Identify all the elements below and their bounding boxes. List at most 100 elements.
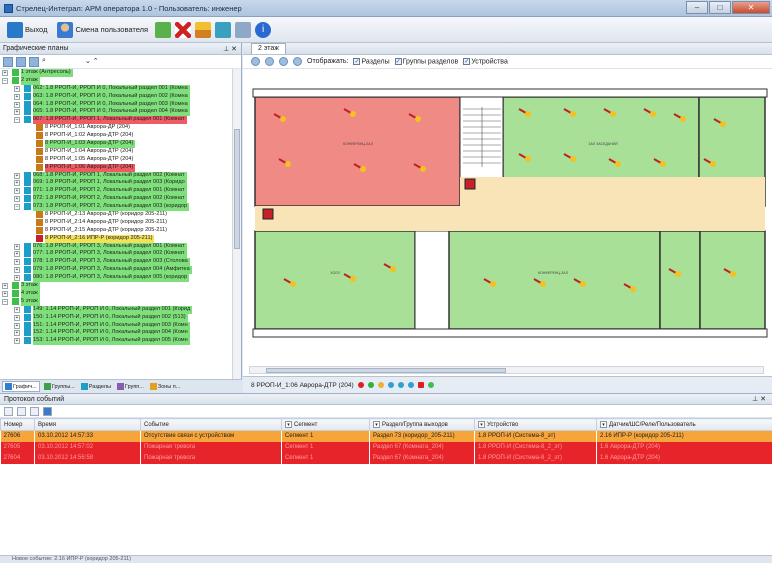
tree-item[interactable]: +3 этаж xyxy=(0,282,232,290)
close-button[interactable]: ✕ xyxy=(732,1,770,14)
tree-item[interactable]: +4 этаж xyxy=(0,289,232,298)
column-header[interactable]: Время xyxy=(34,418,141,431)
tree-item[interactable]: +077: 1.8 РРОП-И, РРОП 3, Локальный разд… xyxy=(0,250,232,259)
expand-icon[interactable] xyxy=(3,56,13,67)
expand-toggle-icon[interactable]: + xyxy=(14,85,20,92)
expand-toggle-icon[interactable]: + xyxy=(14,188,20,195)
tree-item[interactable]: +068: 1.8 РРОП-И, РРОП 1, Локальный разд… xyxy=(0,171,232,180)
tree-item[interactable]: 8 РРОП-И_1:04 Аврора-ДТР (204) xyxy=(0,147,232,156)
expand-toggle-icon[interactable]: – xyxy=(2,77,8,84)
expand-toggle-icon[interactable]: + xyxy=(2,290,8,297)
tree-item[interactable]: +063: 1.8 РРОП-И, РРОП И 0, Локальный ра… xyxy=(0,92,232,101)
expand-toggle-icon[interactable]: + xyxy=(14,338,20,345)
column-header[interactable]: Номер xyxy=(0,418,35,431)
search-icon[interactable]: ⌕ xyxy=(42,57,82,67)
expand-toggle-icon[interactable]: + xyxy=(14,330,20,337)
tree-item[interactable]: +149: 1.14 РРОП-И, РРОП И 0, Локальный р… xyxy=(0,305,232,314)
tree-item[interactable]: 8 РРОП-И_2:15 Аврора-ДТР (коридор 205-21… xyxy=(0,226,232,235)
refresh-icon[interactable] xyxy=(427,382,434,388)
expand-toggle-icon[interactable]: + xyxy=(14,243,20,250)
scroll-down-icon[interactable] xyxy=(43,406,52,416)
info-icon[interactable]: i xyxy=(255,21,272,38)
expand-toggle-icon[interactable]: + xyxy=(14,93,20,100)
tab-floor-2[interactable]: 2 этаж xyxy=(251,43,286,54)
filter-dropdown-icon[interactable]: ▾ xyxy=(373,421,380,428)
expand-toggle-icon[interactable]: – xyxy=(14,117,20,124)
tree-item[interactable]: – 2 этаж xyxy=(0,76,232,85)
floor-plan-canvas[interactable]: КОНФЕРЕНЦ-ЗАЛ ЗАЛ ЗАСЕДАНИЙ ХОЛЛ КОНФЕРЕ… xyxy=(243,69,772,366)
collapse-icon[interactable] xyxy=(16,56,26,67)
tree-item[interactable]: +1 этаж (Антресоль) xyxy=(0,69,232,77)
ok-dot-icon[interactable] xyxy=(367,382,374,388)
exit-button[interactable]: Выход xyxy=(4,20,50,40)
tree-item[interactable]: +069: 1.8 РРОП-И, РРОП 1, Локальный разд… xyxy=(0,179,232,188)
clear-icon[interactable] xyxy=(17,406,26,416)
filter-sections[interactable]: ✓ Разделы xyxy=(353,57,390,65)
disarm-icon[interactable] xyxy=(397,382,404,388)
left-tab-4[interactable]: Зоны п... xyxy=(148,382,182,391)
expand-toggle-icon[interactable]: – xyxy=(2,298,8,305)
scroll-thumb[interactable] xyxy=(266,368,506,373)
event-row[interactable]: 27605 03.10.2012 14:57:02 Пожарная тревога… xyxy=(0,441,772,453)
tree-item[interactable]: 8 РРОП-И_1:03 Аврора-ДТР (204) xyxy=(0,140,232,148)
tree-item[interactable]: +072: 1.8 РРОП-И, РРОП 2, Локальный разд… xyxy=(0,195,232,204)
zoom-out-icon[interactable] xyxy=(265,57,274,66)
expand-toggle-icon[interactable]: + xyxy=(14,109,20,116)
alarm-dot-icon[interactable] xyxy=(357,382,364,388)
column-header[interactable]: ▾ Устройство xyxy=(474,418,597,431)
expand-toggle-icon[interactable]: + xyxy=(14,314,20,321)
tree-item[interactable]: – 073: 1.8 РРОП-И, РРОП 2, Локальный разд… xyxy=(0,203,232,212)
tree-item[interactable]: 8 РРОП-И_1:02 Аврора-ДТР (204) xyxy=(0,132,232,140)
change-user-button[interactable]: Смена пользователя xyxy=(54,20,151,40)
tree-item[interactable]: +065: 1.8 РРОП-И, РРОП И 0, Локальный ра… xyxy=(0,108,232,117)
tree-item[interactable]: 8 РРОП-И_1:06 Аврора-ДТР (204) xyxy=(0,163,232,172)
expand-toggle-icon[interactable]: + xyxy=(14,196,20,203)
expand-toggle-icon[interactable]: + xyxy=(14,259,20,266)
expand-toggle-icon[interactable]: + xyxy=(14,251,20,258)
tree-item[interactable]: +076: 1.8 РРОП-И, РРОП 3, Локальный разд… xyxy=(0,242,232,251)
tree-item[interactable]: +150: 1.14 РРОП-И, РРОП И 0, Локальный р… xyxy=(0,313,232,322)
tree-item[interactable]: – 067: 1.8 РРОП-И, РРОП 1, Локальный разд… xyxy=(0,116,232,125)
expand-toggle-icon[interactable]: + xyxy=(2,283,8,290)
plans-icon[interactable] xyxy=(155,21,172,38)
window-icon[interactable] xyxy=(235,21,252,38)
tree-item[interactable]: +152: 1.14 РРОП-И, РРОП И 0, Локальный р… xyxy=(0,329,232,338)
checkbox-icon[interactable]: ✓ xyxy=(394,57,402,65)
checkbox-icon[interactable]: ✓ xyxy=(463,57,471,65)
tree-item[interactable]: – 5 этаж xyxy=(0,297,232,306)
expand-toggle-icon[interactable]: + xyxy=(14,172,20,179)
expand-toggle-icon[interactable]: + xyxy=(2,70,8,76)
expand-toggle-icon[interactable]: + xyxy=(14,101,20,108)
tree-item[interactable]: +151: 1.14 РРОП-И, РРОП И 0, Локальный р… xyxy=(0,321,232,330)
tree-item[interactable]: +080: 1.8 РРОП-И, РРОП 3, Локальный разд… xyxy=(0,274,232,283)
expand-toggle-icon[interactable]: + xyxy=(14,275,20,282)
event-row[interactable]: 27606 03.10.2012 14:57:33 Отсутствие связи… xyxy=(0,430,772,442)
scroll-thumb[interactable] xyxy=(234,129,240,249)
left-tab-1[interactable]: Группы... xyxy=(42,382,77,391)
fit-icon[interactable] xyxy=(279,57,288,66)
arm-icon[interactable] xyxy=(387,382,394,388)
left-tab-3[interactable]: Групп... xyxy=(115,382,146,391)
monitor-icon[interactable] xyxy=(215,21,232,38)
filter-dropdown-icon[interactable]: ▾ xyxy=(285,421,292,428)
reset-icon[interactable] xyxy=(407,382,414,388)
tree-item[interactable]: 8 РРОП-И_2:16 ИПР-Р (коридор 205-211) xyxy=(0,234,232,243)
column-header[interactable]: ▾ Раздел/Группа выходов xyxy=(369,418,475,431)
filter-dropdown-icon[interactable]: ▾ xyxy=(478,421,485,428)
tree-item[interactable]: +078: 1.8 РРОП-И, РРОП 3, Локальный разд… xyxy=(0,258,232,267)
filter-devices[interactable]: ✓ Устройства xyxy=(463,57,508,65)
tree-item[interactable]: 8 РРОП-И_1:01 Аврора-ДР (204) xyxy=(0,124,232,132)
filter-dropdown-icon[interactable]: ▾ xyxy=(600,421,607,428)
tree-icon[interactable] xyxy=(29,56,39,67)
minimize-button[interactable]: – xyxy=(686,1,708,14)
zoom-in-icon[interactable] xyxy=(251,57,260,66)
filter-icon[interactable] xyxy=(4,406,13,416)
tree-item[interactable]: 8 РРОП-И_1:05 Аврора-ДТР (204) xyxy=(0,155,232,164)
maximize-button[interactable]: □ xyxy=(709,1,731,14)
event-row[interactable]: 27604 03.10.2012 14:56:58 Пожарная тревога… xyxy=(0,452,772,464)
expand-toggle-icon[interactable]: + xyxy=(14,180,20,187)
reset-alarm-icon[interactable] xyxy=(175,21,192,38)
expand-toggle-icon[interactable]: + xyxy=(14,267,20,274)
pause-icon[interactable] xyxy=(30,406,39,416)
event-log-close-button[interactable]: ⊥ ✕ xyxy=(752,395,766,403)
